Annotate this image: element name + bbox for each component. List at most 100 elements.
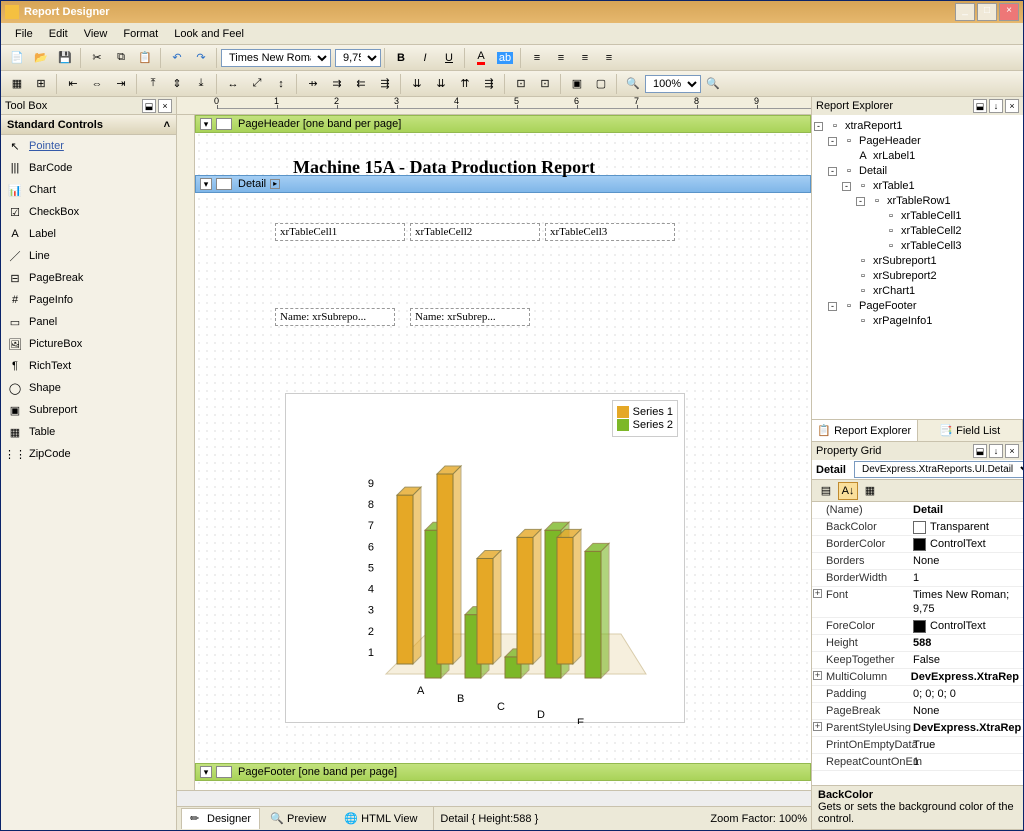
bold-icon[interactable]: B <box>390 47 412 69</box>
prop-alphabetical-icon[interactable]: A↓ <box>838 482 858 500</box>
align-r-icon[interactable]: ⇥ <box>110 73 132 95</box>
toolbox-item-shape[interactable]: ◯Shape <box>1 377 176 399</box>
toolbox-item-pageinfo[interactable]: #PageInfo <box>1 289 176 311</box>
toolbox-item-pointer[interactable]: ↖Pointer <box>1 135 176 157</box>
prop-repeatcountonem[interactable]: RepeatCountOnEm1 <box>812 754 1023 771</box>
report-title-label[interactable]: Machine 15A - Data Production Report <box>293 157 595 178</box>
size-wh-icon[interactable]: ⤢ <box>246 73 268 95</box>
subreport[interactable]: Name: xrSubrep... <box>410 308 530 326</box>
align-right-icon[interactable]: ≡ <box>574 47 596 69</box>
vspace-inc-icon[interactable]: ⇊ <box>430 73 452 95</box>
property-list[interactable]: (Name)DetailBackColorTransparentBorderCo… <box>812 502 1023 785</box>
tab-preview[interactable]: 🔍Preview <box>262 809 334 829</box>
paste-icon[interactable]: 📋 <box>134 47 156 69</box>
tab-htmlview[interactable]: 🌐HTML View <box>336 809 425 829</box>
toolbox-group-header[interactable]: Standard Controls ˄ <box>1 115 176 135</box>
prop-padding[interactable]: Padding0; 0; 0; 0 <box>812 686 1023 703</box>
tree-node-xtrareport1[interactable]: -▫xtraReport1 <box>814 119 1021 134</box>
tab-report-explorer[interactable]: 📋 Report Explorer <box>812 420 918 441</box>
vspace-rem-icon[interactable]: ⇶ <box>478 73 500 95</box>
zoom-select[interactable]: 100% <box>645 75 701 93</box>
prop-pages-icon[interactable]: ▦ <box>860 482 880 500</box>
propgrid-pin-icon[interactable]: ↓ <box>989 444 1003 458</box>
propgrid-expand-icon[interactable]: ⬓ <box>973 444 987 458</box>
table-cell[interactable]: xrTableCell1 <box>275 223 405 241</box>
grid-icon[interactable]: ▦ <box>6 73 28 95</box>
center-h-icon[interactable]: ⊡ <box>510 73 532 95</box>
redo-icon[interactable]: ↷ <box>190 47 212 69</box>
menu-view[interactable]: View <box>76 25 116 43</box>
maximize-button[interactable]: □ <box>977 3 997 21</box>
propgrid-close-icon[interactable]: × <box>1005 444 1019 458</box>
toolbox-close-icon[interactable]: × <box>158 99 172 113</box>
align-center-icon[interactable]: ≡ <box>550 47 572 69</box>
explorer-close-icon[interactable]: × <box>1005 99 1019 113</box>
toolbox-item-richtext[interactable]: ¶RichText <box>1 355 176 377</box>
tree-node-xrtablecell1[interactable]: ▫xrTableCell1 <box>814 209 1021 224</box>
open-icon[interactable]: 📂 <box>30 47 52 69</box>
prop-font[interactable]: +FontTimes New Roman; 9,75 <box>812 587 1023 618</box>
toolbox-item-barcode[interactable]: |||BarCode <box>1 157 176 179</box>
explorer-pin-icon[interactable]: ↓ <box>989 99 1003 113</box>
toolbox-item-table[interactable]: ▦Table <box>1 421 176 443</box>
tab-designer[interactable]: ✏Designer <box>181 808 260 829</box>
cut-icon[interactable]: ✂ <box>86 47 108 69</box>
table-cell[interactable]: xrTableCell3 <box>545 223 675 241</box>
tree-node-xrchart1[interactable]: ▫xrChart1 <box>814 284 1021 299</box>
tree-node-xrsubreport1[interactable]: ▫xrSubreport1 <box>814 254 1021 269</box>
prop-bordercolor[interactable]: BorderColorControlText <box>812 536 1023 553</box>
italic-icon[interactable]: I <box>414 47 436 69</box>
tree-node-xrpageinfo1[interactable]: ▫xrPageInfo1 <box>814 314 1021 329</box>
prop-pagebreak[interactable]: PageBreakNone <box>812 703 1023 720</box>
align-l-icon[interactable]: ⇤ <box>62 73 84 95</box>
font-family-select[interactable]: Times New Roman <box>221 49 331 67</box>
table-cell[interactable]: xrTableCell2 <box>410 223 540 241</box>
zoom-icon[interactable]: 🔍 <box>622 73 644 95</box>
menu-look-and-feel[interactable]: Look and Feel <box>166 25 252 43</box>
hspace-inc-icon[interactable]: ⇉ <box>326 73 348 95</box>
prop-multicolumn[interactable]: +MultiColumnDevExpress.XtraRep <box>812 669 1023 686</box>
tree-node-xrtablecell3[interactable]: ▫xrTableCell3 <box>814 239 1021 254</box>
tree-node-xrtablecell2[interactable]: ▫xrTableCell2 <box>814 224 1021 239</box>
save-icon[interactable]: 💾 <box>54 47 76 69</box>
bring-front-icon[interactable]: ▣ <box>566 73 588 95</box>
menu-format[interactable]: Format <box>115 25 166 43</box>
align-m-icon[interactable]: ⇕ <box>166 73 188 95</box>
toolbox-item-chart[interactable]: 📊Chart <box>1 179 176 201</box>
chart-control[interactable]: 123456789ABCDE Series 1Series 2 <box>285 393 685 723</box>
prop-backcolor[interactable]: BackColorTransparent <box>812 519 1023 536</box>
forecolor-icon[interactable]: A <box>470 47 492 69</box>
tree-node-xrtable1[interactable]: -▫xrTable1 <box>814 179 1021 194</box>
tree-node-pagefooter[interactable]: -▫PageFooter <box>814 299 1021 314</box>
pagefooter-band[interactable]: ▾ PageFooter [one band per page] <box>195 763 811 781</box>
collapse-icon[interactable]: ▾ <box>200 118 212 130</box>
font-size-select[interactable]: 9,75 <box>335 49 381 67</box>
vspace-eq-icon[interactable]: ⇊ <box>406 73 428 95</box>
align-c-icon[interactable]: ⇔ <box>86 73 108 95</box>
align-left-icon[interactable]: ≡ <box>526 47 548 69</box>
menu-file[interactable]: File <box>7 25 41 43</box>
center-v-icon[interactable]: ⊡ <box>534 73 556 95</box>
prop-height[interactable]: Height588 <box>812 635 1023 652</box>
subreport[interactable]: Name: xrSubrepo... <box>275 308 395 326</box>
vspace-dec-icon[interactable]: ⇈ <box>454 73 476 95</box>
toolbox-item-checkbox[interactable]: ☑CheckBox <box>1 201 176 223</box>
send-back-icon[interactable]: ▢ <box>590 73 612 95</box>
size-h-icon[interactable]: ↕ <box>270 73 292 95</box>
prop-keeptogether[interactable]: KeepTogetherFalse <box>812 652 1023 669</box>
explorer-expand-icon[interactable]: ⬓ <box>973 99 987 113</box>
collapse-icon[interactable]: ▾ <box>200 178 212 190</box>
toolbox-item-subreport[interactable]: ▣Subreport <box>1 399 176 421</box>
tree-node-xrlabel1[interactable]: AxrLabel1 <box>814 149 1021 164</box>
align-justify-icon[interactable]: ≡ <box>598 47 620 69</box>
close-button[interactable]: × <box>999 3 1019 21</box>
align-b-icon[interactable]: ⤓ <box>190 73 212 95</box>
pageheader-band[interactable]: ▾ PageHeader [one band per page] <box>195 115 811 133</box>
tree-node-pageheader[interactable]: -▫PageHeader <box>814 134 1021 149</box>
toolbox-item-label[interactable]: ALabel <box>1 223 176 245</box>
tree-node-xrsubreport2[interactable]: ▫xrSubreport2 <box>814 269 1021 284</box>
prop-printonemptydata[interactable]: PrintOnEmptyDataTrue <box>812 737 1023 754</box>
menu-edit[interactable]: Edit <box>41 25 76 43</box>
underline-icon[interactable]: U <box>438 47 460 69</box>
snap-icon[interactable]: ⊞ <box>30 73 52 95</box>
